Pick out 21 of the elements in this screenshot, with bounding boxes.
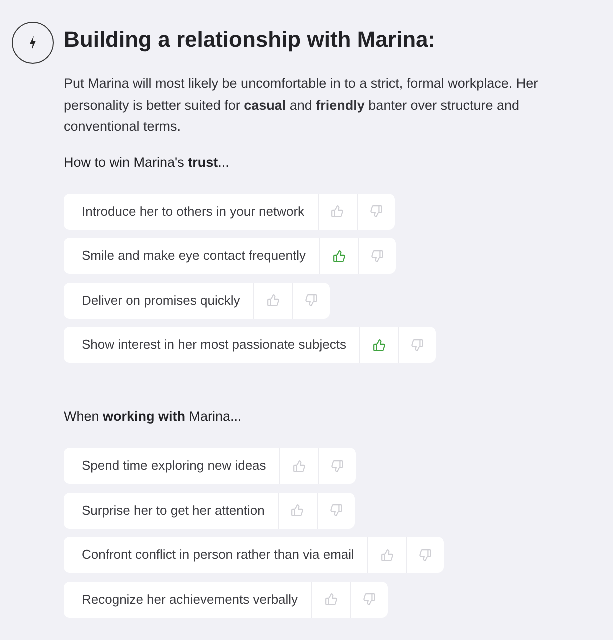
thumbs-down-icon (330, 504, 343, 517)
suggestion-text: Show interest in her most passionate subjects (81, 336, 348, 354)
suggestion-text: Introduce her to others in your network (81, 202, 306, 221)
page-title: Building a relationship with Marina: (64, 26, 437, 54)
thumbs-down-icon (331, 460, 344, 472)
description-text: Put Marina will most likely be uncomfortable in to a strict, formal workplace. Her personality is better suited for casual and friendly banter over structure and conventional terms. (64, 75, 540, 136)
thumbs-down-icon (411, 338, 424, 352)
suggestion-text: Confront conflict in person rather than via email (81, 546, 356, 564)
suggestion-text: Smile and make eye contact frequently (81, 247, 308, 266)
suggestion-text: Surprise her to get her attention (81, 502, 266, 520)
thumbs-down-icon (419, 548, 432, 562)
suggestion-text: Deliver on promises quickly (81, 292, 242, 310)
section-heading: How to win Marina's trust... (64, 154, 230, 172)
thumbs-down-icon (363, 593, 376, 606)
thumbs-down-icon (371, 250, 384, 262)
suggestion-text: Recognize her achievements verbally (81, 590, 300, 609)
lightning-bolt-icon (12, 22, 54, 64)
thumbs-down-icon (305, 294, 318, 307)
suggestion-text: Spend time exploring new ideas (81, 457, 268, 476)
section-heading: When working with Marina... (64, 408, 243, 426)
thumbs-down-icon (370, 205, 383, 218)
